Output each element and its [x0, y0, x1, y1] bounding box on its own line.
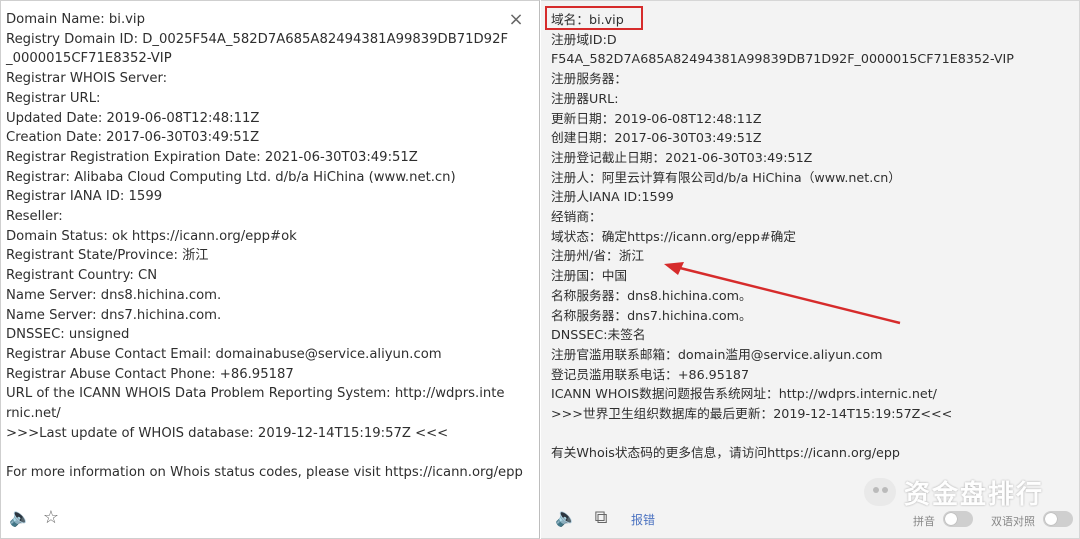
star-icon[interactable]: ☆: [41, 508, 61, 528]
speaker-icon[interactable]: 🔈: [9, 508, 31, 528]
source-line-reporting-system: URL of the ICANN WHOIS Data Problem Repo…: [6, 386, 505, 422]
watermark: 资金盘排行: [863, 474, 1044, 510]
translation-line-abuse-phone: 登记员滥用联系电话：+86.95187: [551, 366, 750, 382]
bilingual-label: 双语对照: [991, 515, 1035, 528]
translation-line-abuse-email: 注册官滥用联系邮箱：domain滥用@service.aliyun.com: [551, 346, 883, 362]
toggle-knob: [1045, 513, 1057, 525]
source-line-reseller: Reseller:: [6, 209, 63, 225]
source-line-registry-domain-id: Registry Domain ID: D_0025F54A_582D7A685…: [6, 31, 509, 67]
translation-line-blank: [551, 424, 1049, 444]
source-line-expiration-date: Registrar Registration Expiration Date: …: [6, 149, 418, 165]
translation-line-domain-status: 域状态：确定https://icann.org/epp#确定: [551, 228, 796, 244]
source-line-updated-date: Updated Date: 2019-06-08T12:48:11Z: [6, 110, 260, 126]
translation-line-more-info: 有关Whois状态码的更多信息，请访问https://icann.org/epp: [551, 445, 900, 461]
domain-name-highlight-box: [545, 6, 643, 30]
report-error-link[interactable]: 报错: [631, 511, 655, 528]
source-line-whois-server: Registrar WHOIS Server:: [6, 71, 168, 87]
translation-line-registry-domain-id: 注册域ID:D: [551, 31, 617, 47]
translation-line-expiration-date: 注册登记截止日期：2021-06-30T03:49:51Z: [551, 149, 813, 165]
source-line-registrar-url: Registrar URL:: [6, 90, 101, 106]
speaker-icon[interactable]: 🔈: [555, 508, 577, 528]
pinyin-toggle[interactable]: [943, 511, 973, 527]
source-line-name-server-1: Name Server: dns8.hichina.com.: [6, 287, 222, 303]
translation-line-last-update: >>>世界卫生组织数据库的最后更新：2019-12-14T15:19:57Z<<…: [551, 406, 953, 422]
source-line-state-province: Registrant State/Province: 浙江: [6, 248, 209, 264]
translation-line-whois-server: 注册服务器：: [551, 71, 628, 87]
bilingual-toggle[interactable]: [1043, 511, 1073, 527]
translation-window: Domain Name: bi.vip Registry Domain ID: …: [0, 0, 1080, 539]
source-line-registrar: Registrar: Alibaba Cloud Computing Ltd. …: [6, 169, 456, 185]
translation-line-registrar: 注册人：阿里云计算有限公司d/b/a HiChina（www.net.cn）: [551, 169, 901, 185]
translation-line-reseller: 经销商：: [551, 209, 602, 225]
close-icon[interactable]: ×: [507, 11, 525, 29]
copy-icon[interactable]: ⧉: [591, 508, 611, 528]
wechat-icon: [863, 478, 896, 506]
toggle-knob: [945, 513, 957, 525]
source-line-abuse-email: Registrar Abuse Contact Email: domainabu…: [6, 346, 442, 362]
translation-text[interactable]: 域名：bi.vip 注册域ID:D F54A_582D7A685A8249438…: [551, 10, 1049, 463]
source-line-blank: [6, 443, 509, 463]
pinyin-label: 拼音: [913, 515, 935, 528]
source-line-abuse-phone: Registrar Abuse Contact Phone: +86.95187: [6, 366, 294, 382]
translation-line-iana-id: 注册人IANA ID:1599: [551, 189, 674, 205]
watermark-text: 资金盘排行: [903, 479, 1044, 510]
source-line-dnssec: DNSSEC: unsigned: [6, 327, 130, 343]
source-text[interactable]: Domain Name: bi.vip Registry Domain ID: …: [6, 10, 523, 483]
translation-line-registrar-url: 注册器URL:: [551, 90, 619, 106]
source-line-domain-name: Domain Name: bi.vip: [6, 12, 145, 27]
translation-line-registry-domain-id-cont: F54A_582D7A685A82494381A99839DB71D92F_00…: [551, 51, 1014, 67]
annotation-arrow-icon: [664, 262, 901, 325]
source-line-creation-date: Creation Date: 2017-06-30T03:49:51Z: [6, 130, 260, 146]
translation-line-creation-date: 创建日期：2017-06-30T03:49:51Z: [551, 130, 762, 146]
source-line-iana-id: Registrar IANA ID: 1599: [6, 189, 163, 205]
source-line-last-update: >>>Last update of WHOIS database: 2019-1…: [6, 425, 449, 441]
source-line-name-server-2: Name Server: dns7.hichina.com.: [6, 307, 222, 323]
source-panel: Domain Name: bi.vip Registry Domain ID: …: [0, 0, 540, 539]
translation-line-updated-date: 更新日期：2019-06-08T12:48:11Z: [551, 110, 762, 126]
source-line-more-info: For more information on Whois status cod…: [6, 465, 523, 481]
source-toolbar: 🔈 ☆: [1, 502, 539, 538]
source-line-domain-status: Domain Status: ok https://icann.org/epp#…: [6, 228, 297, 244]
source-line-country: Registrant Country: CN: [6, 268, 158, 284]
translation-line-reporting-system: ICANN WHOIS数据问题报告系统网址：http://wdprs.inter…: [551, 386, 937, 402]
